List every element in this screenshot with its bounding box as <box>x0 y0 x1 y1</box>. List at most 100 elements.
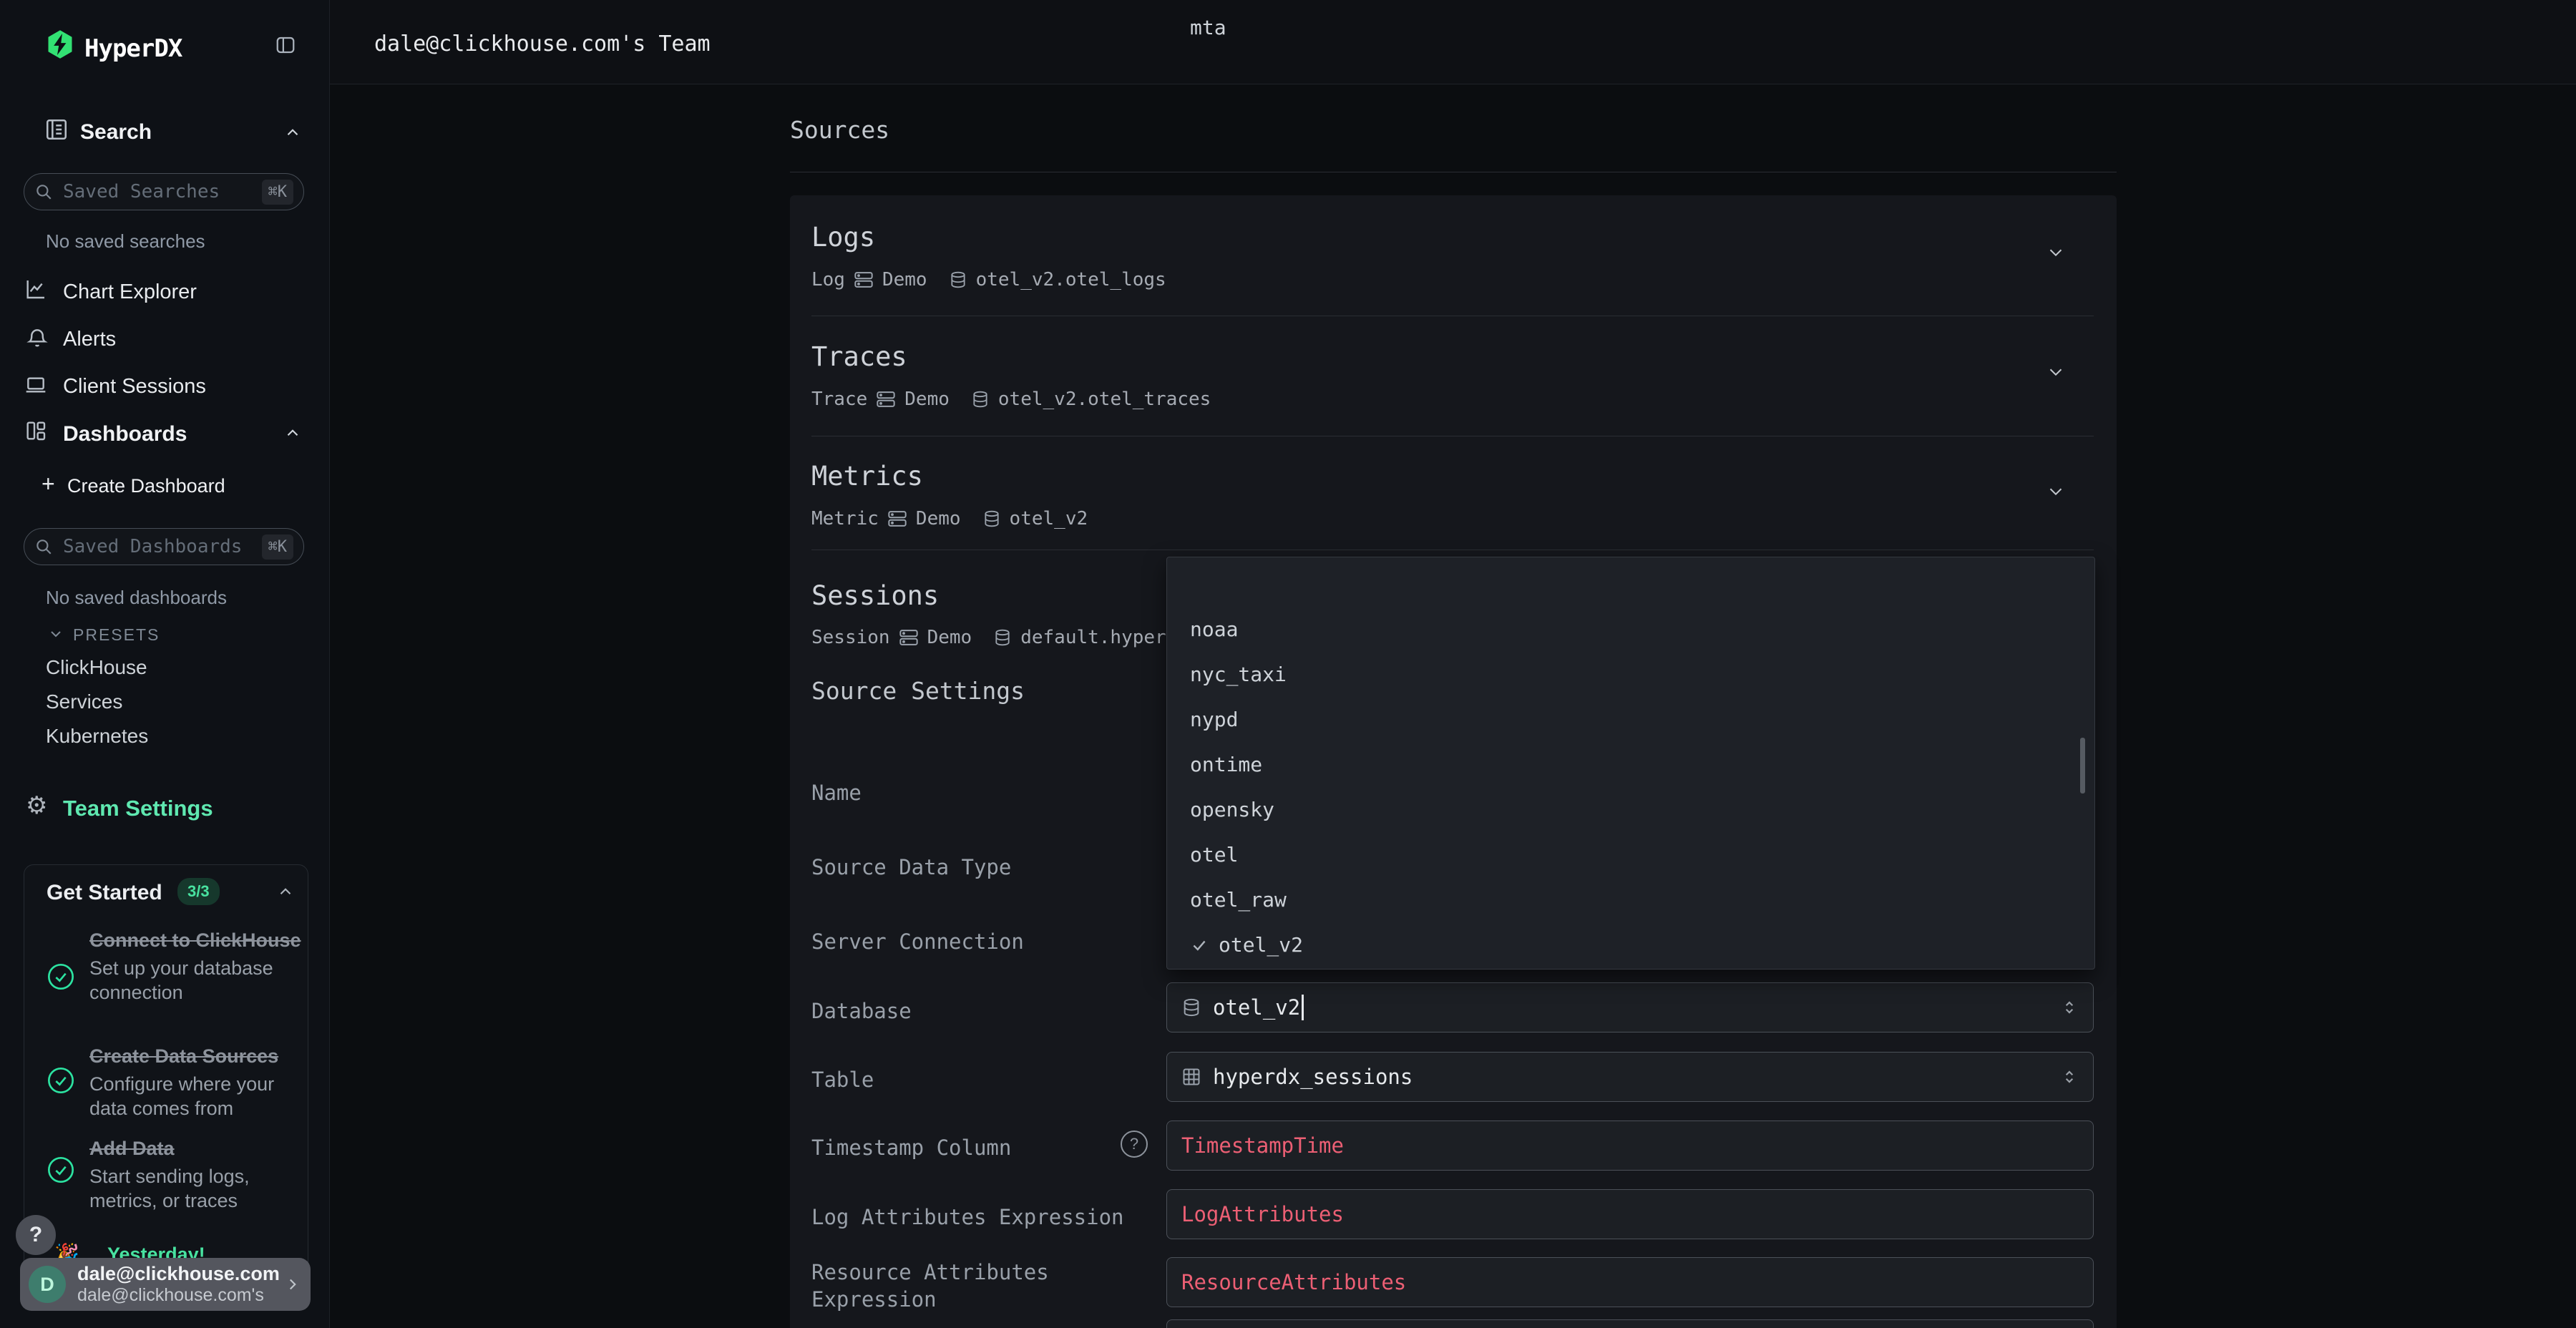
saved-searches-input[interactable]: Saved Searches ⌘K <box>24 173 304 210</box>
select-stepper-icon[interactable] <box>2060 1068 2079 1086</box>
brand-name: HyperDX <box>84 34 182 63</box>
sidebar-item-dashboards[interactable]: Dashboards <box>63 422 187 446</box>
journal-icon <box>44 117 69 142</box>
sidebar-item-client-sessions[interactable]: Client Sessions <box>63 375 206 399</box>
log-attributes-input[interactable]: LogAttributes <box>1166 1189 2094 1239</box>
source-type: Trace <box>811 389 867 410</box>
sidebar-toggle-icon[interactable] <box>275 34 296 56</box>
preset-clickhouse[interactable]: ClickHouse <box>46 656 147 679</box>
table-grid-icon <box>1181 1067 1201 1087</box>
shortcut-badge: ⌘K <box>262 534 294 560</box>
source-type: Metric <box>811 508 879 529</box>
no-saved-dashboards-text: No saved dashboards <box>46 587 227 609</box>
plus-icon: + <box>42 471 55 497</box>
database-input[interactable]: otel_v2 <box>1166 982 2094 1032</box>
sidebar-item-chart-explorer[interactable]: Chart Explorer <box>63 280 197 304</box>
connection-name: Demo <box>916 508 961 529</box>
table-value: hyperdx_sessions <box>1213 1065 1413 1089</box>
chevron-up-icon[interactable] <box>283 123 302 142</box>
resource-attributes-value: ResourceAttributes <box>1181 1270 1406 1294</box>
sidebar-item-alerts[interactable]: Alerts <box>63 328 116 351</box>
chevron-down-icon[interactable] <box>2045 481 2067 502</box>
user-menu[interactable]: D dale@clickhouse.com dale@clickhouse.co… <box>20 1258 311 1311</box>
sources-heading: Sources <box>790 116 889 144</box>
check-circle-icon <box>47 962 75 991</box>
chevron-up-icon[interactable] <box>276 882 295 901</box>
label-name: Name <box>811 780 862 807</box>
dropdown-option[interactable]: ontime <box>1190 753 1262 776</box>
dropdown-option[interactable]: nypd <box>1190 708 1238 731</box>
label-table: Table <box>811 1067 874 1094</box>
dropdown-option[interactable]: opensky <box>1190 798 1274 821</box>
server-icon <box>887 509 907 529</box>
check-icon <box>1190 936 1209 954</box>
no-saved-searches-text: No saved searches <box>46 230 205 253</box>
dropdown-scrollbar[interactable] <box>2080 738 2085 794</box>
chevron-down-icon[interactable] <box>47 625 64 643</box>
resource-attributes-input[interactable]: ResourceAttributes <box>1166 1257 2094 1307</box>
database-icon <box>982 509 1001 528</box>
label-resource-attributes-expression: Resource Attributes Expression <box>811 1259 1083 1313</box>
chevron-down-icon[interactable] <box>2045 242 2067 263</box>
team-settings-link[interactable]: Team Settings <box>63 796 213 821</box>
clipped-input[interactable] <box>1166 1319 2094 1328</box>
database-icon <box>1181 997 1201 1017</box>
get-started-item[interactable]: Add Data Start sending logs, metrics, or… <box>89 1135 304 1214</box>
get-started-item-title: Connect to ClickHouse <box>89 927 304 954</box>
chevron-up-icon[interactable] <box>283 424 302 442</box>
presets-group-label[interactable]: PRESETS <box>73 625 160 645</box>
label-timestamp-column: Timestamp Column <box>811 1135 1011 1162</box>
text-cursor <box>1302 995 1304 1020</box>
saved-dashboards-input[interactable]: Saved Dashboards ⌘K <box>24 528 304 565</box>
dropdown-option[interactable]: mta <box>1190 16 1226 39</box>
source-card-title-traces: Traces <box>811 341 907 372</box>
get-started-progress-badge: 3/3 <box>177 878 220 905</box>
alerts-bell-icon <box>26 326 49 349</box>
select-stepper-icon[interactable] <box>2060 998 2079 1017</box>
help-button[interactable]: ? <box>16 1215 56 1255</box>
table-input[interactable]: hyperdx_sessions <box>1166 1052 2094 1102</box>
table-name: otel_v2.otel_traces <box>998 389 1211 410</box>
dropdown-option[interactable]: otel_raw <box>1190 888 1287 912</box>
get-started-item[interactable]: Connect to ClickHouse Set up your databa… <box>89 927 304 1005</box>
preset-services[interactable]: Services <box>46 690 122 713</box>
check-circle-icon <box>47 1156 75 1184</box>
dropdown-option[interactable]: noaa <box>1190 617 1238 641</box>
source-card-meta: Log Demo otel_v2.otel_logs <box>811 269 1166 290</box>
search-icon <box>34 537 53 556</box>
label-server-connection: Server Connection <box>811 929 1024 956</box>
sidebar: HyperDX Search Saved Searches ⌘K <box>0 0 330 1328</box>
dashboards-grid-icon <box>24 419 47 442</box>
source-card-title-logs: Logs <box>811 222 875 253</box>
timestamp-column-input[interactable]: TimestampTime <box>1166 1120 2094 1171</box>
database-icon <box>971 390 990 409</box>
get-started-item-desc: Set up your database connection <box>89 956 304 1005</box>
client-sessions-laptop-icon <box>24 374 47 396</box>
get-started-item-desc: Start sending logs, metrics, or traces <box>89 1164 304 1214</box>
dropdown-option[interactable]: nyc_taxi <box>1190 663 1287 686</box>
preset-kubernetes[interactable]: Kubernetes <box>46 725 148 748</box>
search-icon <box>34 182 53 201</box>
sidebar-section-search[interactable]: Search <box>80 120 152 145</box>
help-tooltip-icon[interactable]: ? <box>1121 1131 1148 1158</box>
get-started-item-title: Add Data <box>89 1135 304 1163</box>
create-dashboard-button[interactable]: Create Dashboard <box>67 475 225 497</box>
shortcut-badge: ⌘K <box>262 180 294 205</box>
get-started-card: Get Started 3/3 Connect to ClickHouse Se… <box>24 864 308 1295</box>
get-started-title: Get Started <box>47 881 162 905</box>
chevron-down-icon[interactable] <box>2045 361 2067 383</box>
log-attributes-value: LogAttributes <box>1181 1202 1344 1226</box>
get-started-item-title: Create Data Sources <box>89 1043 304 1070</box>
chevron-right-icon <box>283 1275 302 1294</box>
dropdown-option-selected[interactable]: otel_v2 <box>1190 933 1303 957</box>
get-started-item[interactable]: Create Data Sources Configure where your… <box>89 1043 304 1121</box>
gear-icon: ⚙ <box>26 791 47 820</box>
timestamp-column-value: TimestampTime <box>1181 1133 1344 1158</box>
table-name: otel_v2 <box>1010 508 1088 529</box>
top-header: dale@clickhouse.com's Team <box>329 0 2576 84</box>
label-log-attributes-expression: Log Attributes Expression <box>811 1204 1124 1231</box>
database-icon <box>949 270 967 289</box>
dropdown-option[interactable]: otel <box>1190 843 1238 866</box>
table-name: otel_v2.otel_logs <box>976 269 1166 290</box>
user-email: dale@clickhouse.com <box>77 1263 283 1285</box>
